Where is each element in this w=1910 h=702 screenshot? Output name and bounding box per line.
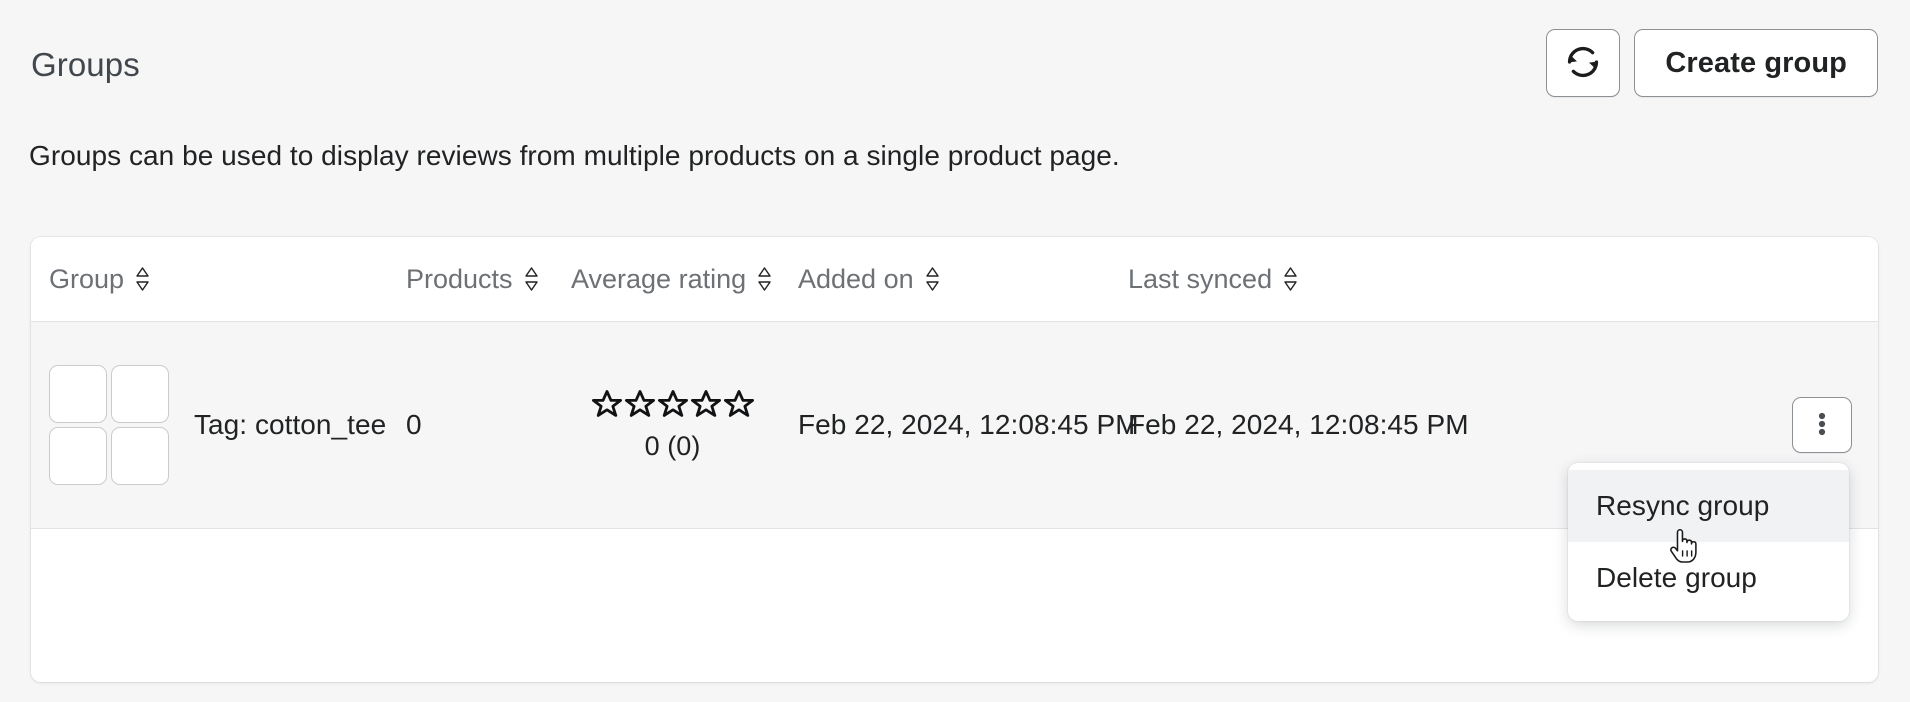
cell-average-rating: 0 (0) — [571, 322, 798, 529]
star-icon-empty — [624, 388, 656, 427]
thumbnail-placeholder — [49, 365, 107, 423]
page-header: Groups Create group — [31, 22, 1878, 104]
page-title: Groups — [31, 46, 140, 81]
star-icon-empty — [723, 388, 755, 427]
column-header-average-rating[interactable]: Average rating — [571, 237, 798, 322]
sort-arrows-icon — [524, 266, 539, 292]
row-actions-button[interactable] — [1792, 397, 1852, 453]
cell-added-on: Feb 22, 2024, 12:08:45 PM — [798, 322, 1128, 529]
refresh-icon — [1564, 43, 1602, 84]
cell-group: Tag: cotton_tee — [31, 322, 406, 529]
group-thumbnail-grid — [49, 365, 169, 485]
thumbnail-placeholder — [49, 427, 107, 485]
group-name: Tag: cotton_tee — [194, 409, 386, 441]
kebab-menu-icon — [1811, 409, 1833, 442]
sort-arrows-icon — [135, 266, 150, 292]
create-group-button[interactable]: Create group — [1634, 29, 1878, 97]
groups-page: Groups Create group Groups can be used t… — [0, 0, 1910, 702]
column-label-last-synced: Last synced — [1128, 264, 1272, 295]
column-label-products: Products — [406, 264, 513, 295]
page-description: Groups can be used to display reviews fr… — [29, 139, 1120, 173]
star-icon-empty — [591, 388, 623, 427]
column-label-group: Group — [49, 264, 124, 295]
menu-item-delete-group[interactable]: Delete group — [1568, 542, 1849, 614]
header-actions: Create group — [1546, 29, 1878, 97]
thumbnail-placeholder — [111, 365, 169, 423]
row-actions-popover: Resync group Delete group — [1568, 463, 1849, 621]
sort-arrows-icon — [1283, 266, 1298, 292]
rating-value: 0 (0) — [645, 431, 701, 462]
table-header-row: Group Products — [31, 237, 1878, 322]
column-label-added-on: Added on — [798, 264, 914, 295]
cell-products: 0 — [406, 322, 571, 529]
column-header-added-on[interactable]: Added on — [798, 237, 1128, 322]
star-icon-empty — [690, 388, 722, 427]
table-head: Group Products — [31, 237, 1878, 322]
column-header-last-synced[interactable]: Last synced — [1128, 237, 1578, 322]
thumbnail-placeholder — [111, 427, 169, 485]
cell-last-synced: Feb 22, 2024, 12:08:45 PM — [1128, 322, 1578, 529]
column-header-actions — [1578, 237, 1878, 322]
column-header-products[interactable]: Products — [406, 237, 571, 322]
sort-arrows-icon — [757, 266, 772, 292]
sort-arrows-icon — [925, 266, 940, 292]
menu-item-resync-group[interactable]: Resync group — [1568, 470, 1849, 542]
resync-button[interactable] — [1546, 29, 1620, 97]
column-label-average-rating: Average rating — [571, 264, 746, 295]
star-icon-empty — [657, 388, 689, 427]
column-header-group[interactable]: Group — [31, 237, 406, 322]
star-rating — [591, 388, 755, 427]
